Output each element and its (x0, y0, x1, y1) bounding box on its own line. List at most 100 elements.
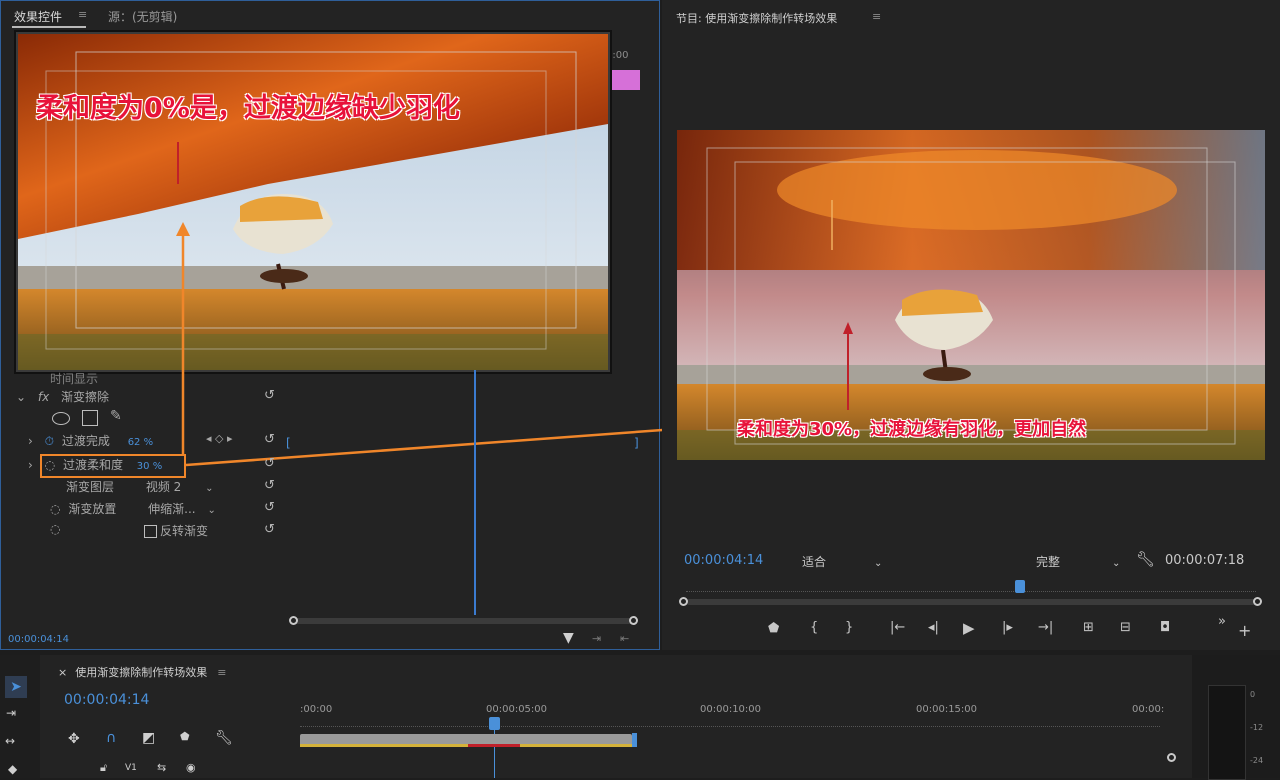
scroll-knob-right[interactable] (629, 616, 638, 625)
filter-icon[interactable]: ▼ (563, 630, 574, 646)
sequence-tab[interactable]: × 使用渐变擦除制作转场效果 ≡ (58, 664, 226, 680)
invert-checkbox[interactable] (144, 525, 157, 538)
program-current-timecode[interactable]: 00:00:04:14 (684, 553, 763, 568)
ruler-label: 00:00:05:00 (486, 704, 548, 715)
effects-timecode[interactable]: 00:00:04:14 (8, 634, 69, 645)
chevron-down-icon[interactable]: ⌄ (1112, 558, 1120, 569)
keyframe-nav-icon[interactable]: ◂ ◇ ▸ (206, 432, 233, 445)
reset-icon[interactable]: ↺ (264, 432, 275, 447)
reset-icon[interactable]: ↺ (264, 522, 275, 537)
zoom-knob-right[interactable] (1253, 597, 1262, 606)
close-icon[interactable]: × (58, 666, 67, 679)
ripple-edit-icon[interactable]: ↔ (5, 734, 15, 748)
softness-highlight-box (40, 454, 186, 478)
step-forward-icon[interactable]: |▸ (1002, 620, 1013, 635)
property-value[interactable]: 62 % (128, 437, 153, 448)
mark-out-icon[interactable]: } (845, 620, 853, 635)
fx-icon[interactable]: fx (38, 390, 49, 404)
meter-label: -24 (1250, 756, 1264, 765)
zoom-knob-left[interactable] (679, 597, 688, 606)
timeline-ruler[interactable] (300, 720, 1160, 727)
ellipse-mask-icon[interactable] (52, 412, 70, 425)
program-zoom-bar[interactable] (686, 599, 1256, 605)
effect-header[interactable]: ⌄ fx 渐变擦除 ↺ (14, 388, 294, 408)
scroll-knob-left[interactable] (289, 616, 298, 625)
property-row-transition-completion[interactable]: › ⏱ 过渡完成 62 % ◂ ◇ ▸ ↺ (14, 432, 294, 452)
camera-icon[interactable]: ◘ (1160, 620, 1170, 635)
clip-audio-line (300, 744, 632, 747)
stopwatch-icon[interactable]: ◌ (50, 522, 60, 536)
timeline-zoom-knob[interactable] (1167, 753, 1176, 762)
lock-icon[interactable]: 🔓︎ (100, 761, 107, 775)
track-select-icon[interactable]: ⇥ (6, 706, 16, 720)
program-preview: 柔和度为30%，过渡边缘有羽化，更加自然 (677, 130, 1265, 460)
ruler-label: :00:00 (300, 704, 333, 715)
timeline-playhead[interactable] (489, 717, 500, 730)
fit-select[interactable]: 适合 ⌄ (802, 553, 882, 570)
playhead-line[interactable] (474, 370, 476, 615)
go-to-out-icon[interactable]: →| (1038, 620, 1053, 635)
extract-icon[interactable]: ⊟ (1120, 620, 1131, 635)
gradient-layer-select[interactable]: 视频 2 (146, 480, 181, 494)
chevron-down-icon[interactable]: ⌄ (207, 505, 215, 516)
expand-icon[interactable]: › (28, 434, 33, 448)
stopwatch-icon[interactable]: ◌ (50, 502, 60, 516)
effect-section-partial: 时间显示 (50, 372, 99, 386)
export-frame-icon[interactable]: ⇥ (592, 632, 601, 645)
menu-icon[interactable]: ≡ (217, 666, 226, 679)
invert-label: 反转渐变 (160, 524, 209, 538)
lift-icon[interactable]: ⊞ (1083, 620, 1094, 635)
ruler-label: 00:00: (1132, 704, 1165, 715)
gradient-placement-select[interactable]: 伸缩渐... (148, 502, 195, 516)
linked-selection-icon[interactable]: ◩ (142, 730, 155, 746)
program-total-timecode: 00:00:07:18 (1165, 553, 1245, 568)
effects-scrollbar[interactable] (294, 618, 634, 624)
program-playhead[interactable] (1015, 580, 1025, 593)
menu-icon[interactable]: ≡ (872, 10, 881, 23)
mark-in-icon[interactable]: { (810, 620, 818, 635)
chevron-down-icon[interactable]: ⌄ (874, 558, 882, 569)
property-row-gradient-layer[interactable]: 渐变图层 视频 2 ⌄ ↺ (14, 478, 294, 498)
reset-icon[interactable]: ↺ (264, 500, 275, 515)
rectangle-mask-icon[interactable] (82, 410, 98, 426)
nest-icon[interactable]: ✥ (68, 731, 80, 747)
chevron-down-icon[interactable]: ⌄ (205, 483, 213, 494)
clip-end-handle[interactable] (632, 733, 637, 747)
keyframe-marker: [ (286, 436, 291, 450)
effect-name: 渐变擦除 (61, 390, 110, 404)
property-row-gradient-placement[interactable]: ◌ 渐变放置 伸缩渐... ⌄ ↺ (14, 500, 294, 520)
go-to-in-icon[interactable]: |← (890, 620, 905, 635)
selection-tool-icon[interactable]: ➤ (5, 676, 27, 698)
keyframe-marker-end: ] (634, 436, 639, 450)
render-bar-red (468, 744, 520, 747)
stopwatch-icon[interactable]: ⏱ (45, 434, 54, 448)
play-icon[interactable]: ▶ (963, 619, 975, 637)
step-back-icon[interactable]: ◂| (928, 620, 939, 635)
razor-icon[interactable]: ◆ (8, 762, 17, 776)
wrench-icon[interactable]: 🔧︎ (1136, 550, 1155, 568)
property-label: 渐变放置 (68, 502, 117, 516)
ruler-label: 00:00:10:00 (700, 704, 762, 715)
marker-icon[interactable]: ⬟ (768, 621, 779, 636)
expand-icon[interactable]: › (28, 458, 33, 472)
quality-select[interactable]: 完整 ⌄ (1036, 553, 1120, 570)
add-button-icon[interactable]: + (1238, 621, 1251, 640)
add-marker-icon[interactable]: ⬟ (180, 730, 190, 743)
settings-icon[interactable]: ⇤ (620, 632, 629, 645)
reset-icon[interactable]: ↺ (264, 456, 275, 471)
program-ruler[interactable] (686, 583, 1256, 592)
program-scene (677, 130, 1265, 460)
more-icon[interactable]: » (1218, 614, 1226, 629)
reset-icon[interactable]: ↺ (264, 478, 275, 493)
pen-mask-icon[interactable]: ✎ (110, 408, 122, 424)
eye-icon[interactable]: ◉ (186, 761, 196, 774)
program-title: 节目: 使用渐变擦除制作转场效果 (676, 12, 838, 25)
snap-icon[interactable]: ∩ (106, 730, 116, 746)
property-label: 渐变图层 (66, 480, 115, 494)
timeline-settings-icon[interactable]: 🔧︎ (215, 730, 233, 746)
property-row-invert[interactable]: ◌ 反转渐变 ↺ (14, 522, 294, 542)
reset-icon[interactable]: ↺ (264, 388, 275, 403)
expand-icon[interactable]: ⌄ (16, 390, 26, 404)
timeline-timecode[interactable]: 00:00:04:14 (64, 692, 149, 708)
sync-lock-icon[interactable]: ⇆ (157, 761, 166, 774)
